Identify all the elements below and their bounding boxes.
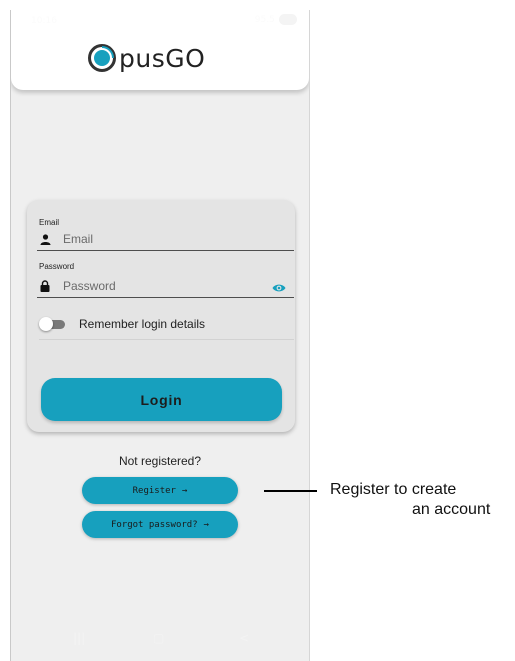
- logo-text-go: GO: [165, 43, 206, 73]
- email-field[interactable]: [63, 232, 253, 246]
- annotation-caption: Register to create an account: [330, 480, 515, 520]
- system-nav-bar: ||| ▢ <: [11, 621, 309, 661]
- status-speed: 95.5: [254, 14, 275, 25]
- status-right: 95.5 85: [255, 14, 297, 25]
- toggle-knob: [39, 317, 53, 331]
- forgot-password-label: Forgot password?: [110, 519, 198, 530]
- annotation-line1: Register to create: [330, 481, 457, 498]
- visibility-eye-icon[interactable]: [272, 280, 286, 298]
- back-icon[interactable]: <: [239, 631, 249, 645]
- login-button[interactable]: Login: [41, 378, 282, 421]
- remember-toggle[interactable]: [39, 317, 65, 331]
- register-button[interactable]: Register →: [82, 477, 238, 504]
- person-icon: [37, 233, 53, 245]
- battery-icon: 85: [278, 14, 297, 25]
- status-time: 10:16: [31, 16, 57, 26]
- phone-screen: pusGO 10:16 95.5 85 Email Passwo: [10, 10, 310, 661]
- remember-label: Remember login details: [79, 317, 206, 331]
- arrow-right-icon: →: [181, 485, 188, 496]
- login-card: Email Password: [27, 200, 295, 432]
- logo-text: pusGO: [119, 44, 205, 73]
- not-registered-text: Not registered?: [118, 454, 202, 468]
- remember-row: Remember login details: [39, 309, 294, 340]
- password-field[interactable]: [63, 279, 253, 293]
- email-label: Email: [39, 218, 60, 227]
- logo-o-icon: [88, 44, 116, 72]
- recent-apps-icon[interactable]: |||: [73, 631, 85, 645]
- email-field-row[interactable]: [37, 228, 294, 251]
- page-canvas: pusGO 10:16 95.5 85 Email Passwo: [0, 0, 515, 661]
- opusgo-logo: pusGO: [87, 38, 205, 78]
- annotation-line2: an account: [412, 501, 491, 518]
- status-bar: 10:16 95.5 85: [11, 10, 309, 30]
- password-field-row[interactable]: [37, 275, 294, 298]
- lock-icon: [37, 280, 53, 292]
- arrow-right-icon: →: [203, 519, 210, 530]
- logo-text-pus: pus: [119, 43, 166, 73]
- forgot-password-button[interactable]: Forgot password? →: [82, 511, 238, 538]
- annotation-pointer-line: [264, 490, 317, 492]
- home-icon[interactable]: ▢: [153, 631, 164, 645]
- password-label: Password: [39, 262, 75, 271]
- register-label: Register: [132, 485, 176, 496]
